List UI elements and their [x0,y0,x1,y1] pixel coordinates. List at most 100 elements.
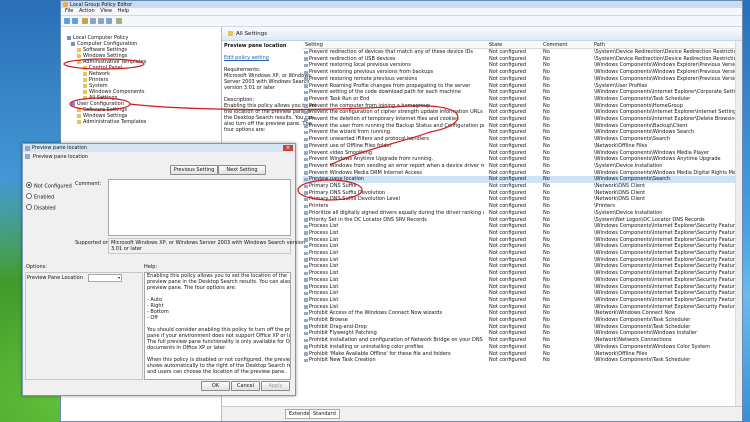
table-row[interactable]: Prohibit Browse Not configured No \Windows … [303,317,742,324]
table-row[interactable]: Prevent Roaming Profile changes from pro… [303,83,742,90]
radio-icon [26,204,32,210]
state-cell: Not configured [489,337,527,344]
preview-pane-location-select[interactable]: ▾ [88,274,122,282]
menu-help[interactable]: Help [118,8,129,15]
table-row[interactable]: Process List Not configured No \Windows Com… [303,243,742,250]
next-setting-button[interactable]: Next Setting [218,165,266,175]
ok-button[interactable]: OK [201,381,230,391]
table-row[interactable]: Preview pane location Not configured No \Wi… [303,176,742,183]
table-row[interactable]: Prevent redirection of USB devices Not co… [303,56,742,63]
table-row[interactable]: Prevent Task Run or End Not configured No \… [303,96,742,103]
comment-cell: No [543,283,550,290]
policy-setting-icon [304,164,308,168]
table-row[interactable]: Prevent restoring remote previous versio… [303,76,742,83]
table-row[interactable]: Prohibit installing or uninstalling colo… [303,344,742,351]
table-row[interactable]: Prevent the user from running the Backup… [303,123,742,130]
setting-cell: Priority Set in the DC Locator DNS SRV R… [309,216,427,223]
cancel-button[interactable]: Cancel [231,381,260,391]
state-cell: Not configured [489,136,527,143]
table-row[interactable]: Prohibit Flyweight Patching Not configure… [303,330,742,337]
comment-textarea[interactable] [108,179,291,236]
state-cell: Not configured [489,323,527,330]
table-row[interactable]: Process List Not configured No \Windows Com… [303,277,742,284]
table-row[interactable]: Process List Not configured No \Windows Com… [303,284,742,291]
path-cell: \Windows Components\Windows Explorer\Pre… [594,69,742,76]
policy-setting-icon [304,117,308,121]
path-cell: \Windows Components\Internet Explorer\Se… [594,283,742,290]
help-textbox[interactable]: Enabling this policy allows you to set t… [144,272,291,380]
window-titlebar[interactable]: Local Group Policy Editor [61,1,742,8]
table-row[interactable]: Prevent Windows Media DRM Internet Acces… [303,170,742,177]
table-row[interactable]: Process List Not configured No \Windows Com… [303,250,742,257]
properties-icon[interactable] [98,18,104,24]
table-row[interactable]: Process List Not configured No \Windows Com… [303,263,742,270]
tree-node[interactable]: Administrative Templates [77,119,146,125]
path-cell: \Windows Components\Internet Explorer\Se… [594,270,742,277]
table-row[interactable]: Process List Not configured No \Windows Com… [303,297,742,304]
table-row[interactable]: Prevent unwanted iFilters and protocol h… [303,136,742,143]
filter-icon[interactable] [116,18,122,24]
table-row[interactable]: Process List Not configured No \Windows Com… [303,237,742,244]
table-row[interactable]: Prevent the computer from joining a home… [303,103,742,110]
table-row[interactable]: Prevent setting of the code download pat… [303,89,742,96]
table-row[interactable]: Prevent restoring previous versions from… [303,69,742,76]
table-row[interactable]: Prohibit Access of the Windows Connect N… [303,310,742,317]
show-hide-tree-icon[interactable] [90,18,96,24]
table-row[interactable]: Prevent the wizard from running. Not conf… [303,129,742,136]
table-row[interactable]: Primary DNS Suffix Not configured No \Netwo… [303,183,742,190]
menu-file[interactable]: File [65,8,73,15]
table-row[interactable]: Prevent redirection of devices that matc… [303,49,742,56]
tab-standard[interactable]: Standard [309,409,340,419]
table-row[interactable]: Prevent use of Offline Files folder Not c… [303,143,742,150]
column-state[interactable]: State [489,42,502,48]
state-cell: Not configured [489,209,527,216]
table-row[interactable]: Prevent the configuration of cipher stre… [303,109,742,116]
forward-icon[interactable] [72,18,78,24]
vertical-scrollbar[interactable] [735,41,742,407]
table-row[interactable]: Process List Not configured No \Windows Com… [303,304,742,311]
dialog-titlebar[interactable]: Preview pane location × [23,144,295,152]
path-cell: \Network\Offline Files [594,142,648,149]
table-row[interactable]: Prevent the deletion of temporary Intern… [303,116,742,123]
back-icon[interactable] [64,18,70,24]
menu-view[interactable]: View [100,8,112,15]
table-row[interactable]: Prevent restoring local previous version… [303,62,742,69]
table-row[interactable]: Process List Not configured No \Windows Com… [303,290,742,297]
table-row[interactable]: Primary DNS Suffix Devolution Level Not c… [303,196,742,203]
up-folder-icon[interactable] [82,18,88,24]
table-row[interactable]: Prioritize all digitally signed drivers … [303,210,742,217]
table-row[interactable]: Prevent Windows Anytime Upgrade from run… [303,156,742,163]
radio-not-configured[interactable]: Not Configured [26,182,72,190]
table-row[interactable]: Process List Not configured No \Windows Com… [303,223,742,230]
comment-cell: No [543,256,550,263]
table-row[interactable]: Primary DNS Suffix Devolution Not configu… [303,190,742,197]
table-row[interactable]: Prohibit Drag-and-Drop Not configured No \W… [303,324,742,331]
table-row[interactable]: Prevent Windows from sending an error re… [303,163,742,170]
close-icon[interactable]: × [283,145,293,151]
comment-cell: No [543,189,550,196]
table-row[interactable]: Process List Not configured No \Windows Com… [303,257,742,264]
table-row[interactable]: Prohibit installation and configuration … [303,337,742,344]
radio-enabled[interactable]: Enabled [26,193,54,201]
table-row[interactable]: Printers Not configured No \Printers [303,203,742,210]
state-cell: Not configured [489,55,527,62]
setting-cell: Prevent Roaming Profile changes from pro… [309,82,471,89]
table-row[interactable]: Prevent video Smoothing Not configured No \… [303,150,742,157]
help-icon[interactable] [106,18,112,24]
setting-cell: Prohibit Flyweight Patching [309,330,377,337]
radio-disabled[interactable]: Disabled [26,204,56,212]
comment-cell: No [543,109,550,116]
table-row[interactable]: Process List Not configured No \Windows Com… [303,230,742,237]
edit-policy-link[interactable]: Edit policy setting [224,55,269,61]
column-setting[interactable]: Setting [305,42,323,48]
menu-action[interactable]: Action [79,8,95,15]
table-row[interactable]: Prohibit New Task Creation Not configured… [303,357,742,364]
table-row[interactable]: Prohibit 'Make Available Offline' for th… [303,351,742,358]
table-row[interactable]: Process List Not configured No \Windows Com… [303,270,742,277]
column-path[interactable]: Path [594,42,605,48]
apply-button[interactable]: Apply [261,381,290,391]
table-row[interactable]: Priority Set in the DC Locator DNS SRV R… [303,217,742,224]
previous-setting-button[interactable]: Previous Setting [170,165,218,175]
column-comment[interactable]: Comment [543,42,568,48]
setting-cell: Prohibit installing or uninstalling colo… [309,343,424,350]
